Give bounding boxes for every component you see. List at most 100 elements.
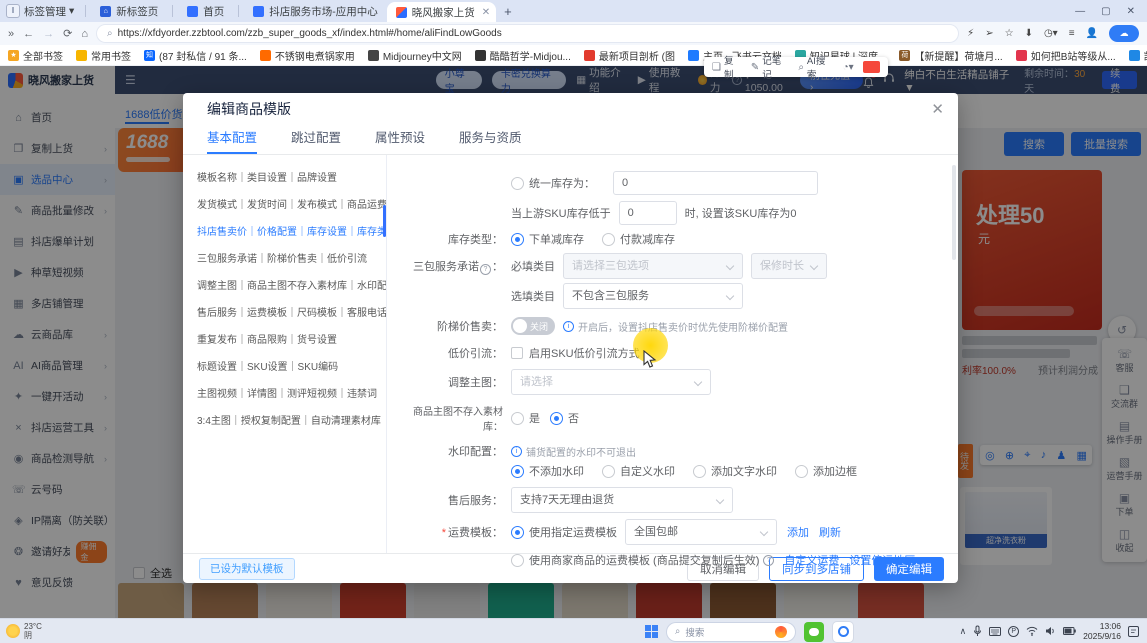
taskbar-search[interactable]: ⌕ 搜索 xyxy=(667,623,795,641)
bookmark-star-icon[interactable]: ☆ xyxy=(1005,28,1014,39)
bookmark-item[interactable]: ★ 全部书签 xyxy=(8,48,63,63)
warranty-duration-select[interactable]: 保修时长 xyxy=(751,253,827,279)
refresh-link[interactable]: 刷新 xyxy=(819,524,841,540)
notification-center-icon[interactable] xyxy=(1128,626,1139,637)
close-window-button[interactable]: ✕ xyxy=(1127,6,1135,17)
main-image-yes-radio[interactable]: 是 xyxy=(511,410,540,426)
section-menu-item[interactable]: 3:4主图｜授权复制配置｜自动清理素材库 xyxy=(197,408,386,435)
bookmark-item[interactable]: 常用书签 xyxy=(76,48,131,63)
download-icon[interactable]: ⬇ xyxy=(1025,28,1033,39)
bookmark-item[interactable]: Midjourney中文网 xyxy=(368,48,462,63)
bookmark-item[interactable]: 知 (87 封私信 / 91 条... xyxy=(144,48,247,63)
menu-scrollbar-thumb[interactable] xyxy=(383,205,386,237)
section-menu-item[interactable]: 三包服务承诺｜阶梯价售卖｜低价引流 xyxy=(197,246,386,273)
section-menu-item[interactable]: 调整主图｜商品主图不存入素材库｜水印配置 xyxy=(197,273,386,300)
maximize-button[interactable]: ▢ xyxy=(1101,6,1110,17)
copy-button[interactable]: ❏复制 xyxy=(712,53,742,81)
history-icon[interactable]: ◷▾ xyxy=(1044,28,1058,39)
unified-stock-input[interactable]: 0 xyxy=(613,171,818,195)
profile-icon[interactable]: 👤 xyxy=(1086,28,1098,39)
adjust-image-select[interactable]: 请选择 xyxy=(511,369,711,395)
three-pack-required-select[interactable]: 请选择三包选项 xyxy=(563,253,743,279)
freight-merchant-radio[interactable]: 使用商家商品的运费模板 (商品提交复制后生效) xyxy=(511,552,759,568)
watermark-option-radio[interactable]: 添加边框 xyxy=(795,463,857,479)
ai-search-button[interactable]: ⌕AI搜索 xyxy=(798,53,833,81)
section-menu-item[interactable]: 模板名称｜类目设置｜品牌设置 xyxy=(197,165,386,192)
tab-home[interactable]: 首页 xyxy=(178,0,233,22)
freight-specified-radio[interactable]: 使用指定运费模板 xyxy=(511,524,617,540)
bookmark-item[interactable]: 凯迪软件官网-商... xyxy=(1129,48,1147,63)
touch-keyboard-icon[interactable] xyxy=(989,627,1001,636)
stock-type-order-radio[interactable]: 下单减库存 xyxy=(511,231,584,247)
taskbar-clock[interactable]: 13:062025/9/16 xyxy=(1083,621,1121,641)
browser-app-icon[interactable] xyxy=(833,622,853,642)
volume-icon[interactable] xyxy=(1045,626,1056,636)
section-menu-item[interactable]: 抖店售卖价｜价格配置｜库存设置｜库存类型 xyxy=(197,219,386,246)
forward-icon[interactable]: → xyxy=(43,28,54,40)
home-icon[interactable]: ⌂ xyxy=(81,28,88,40)
wechat-app-icon[interactable] xyxy=(804,622,824,642)
help-icon[interactable]: ? xyxy=(763,555,774,566)
section-menu-item[interactable]: 主图视频｜详情图｜测评短视频｜违禁词 xyxy=(197,381,386,408)
section-menu-item[interactable]: 标题设置｜SKU设置｜SKU编码 xyxy=(197,354,386,381)
default-template-button[interactable]: 已设为默认模板 xyxy=(199,558,295,580)
bookmark-item[interactable]: 酷酷哲学-Midjou... xyxy=(475,48,571,63)
note-button[interactable]: ✎记笔记 xyxy=(751,53,789,81)
main-image-no-radio[interactable]: 否 xyxy=(550,410,579,426)
menu-icon[interactable]: ≡ xyxy=(1069,28,1075,39)
section-menu-item[interactable]: 重复发布｜商品限购｜货号设置 xyxy=(197,327,386,354)
aftersale-select[interactable]: 支持7天无理由退货 xyxy=(511,487,733,513)
bookmark-item[interactable]: 荷 【新提醒】荷塘月... xyxy=(899,48,1002,63)
wifi-icon[interactable] xyxy=(1026,626,1038,636)
modal-tab[interactable]: 跳过配置 xyxy=(291,125,341,154)
hidden-icons-chevron[interactable]: ∧ xyxy=(960,626,967,637)
flash-icon[interactable]: ⚡ xyxy=(967,28,974,39)
url-field[interactable]: ⌕ https://xfdyorder.zzbtool.com/zzb_supe… xyxy=(97,25,958,42)
remote-area-link[interactable]: 设置偏远地区 xyxy=(849,552,915,568)
more-icon[interactable]: ◔▾ xyxy=(843,62,854,73)
low-price-checkbox[interactable] xyxy=(511,347,523,359)
section-menu-item[interactable]: 发货模式｜发货时间｜发布模式｜商品运费处理 xyxy=(197,192,386,219)
input-method-icon[interactable]: P xyxy=(1008,626,1019,637)
watermark-option-radio[interactable]: 自定义水印 xyxy=(602,463,675,479)
new-tab-button[interactable]: + xyxy=(504,4,512,19)
back-icon[interactable]: ← xyxy=(23,28,34,40)
watermark-option-radio[interactable]: 不添加水印 xyxy=(511,463,584,479)
reload-icon[interactable]: ⟳ xyxy=(63,27,72,40)
watermark-option-radio[interactable]: 添加文字水印 xyxy=(693,463,777,479)
info-icon[interactable]: ? xyxy=(480,264,491,275)
low-price-label: 低价引流： xyxy=(403,345,503,361)
form-scrollbar-thumb[interactable] xyxy=(952,165,956,260)
weather-widget[interactable]: 23°C阴 xyxy=(6,622,42,640)
freight-template-select[interactable]: 全国包邮 xyxy=(625,519,777,545)
modal-tab[interactable]: 属性预设 xyxy=(375,125,425,154)
unified-stock-radio[interactable]: 统一库存为： xyxy=(511,175,595,191)
overflow-icon[interactable]: » xyxy=(8,28,14,40)
start-button[interactable] xyxy=(645,625,658,638)
three-pack-optional-select[interactable]: 不包含三包服务 xyxy=(563,283,743,309)
extension-icon[interactable]: ‖ xyxy=(6,4,20,18)
battery-icon[interactable] xyxy=(1063,627,1076,635)
low-stock-threshold-input[interactable]: 0 xyxy=(619,201,677,225)
modal-tab[interactable]: 基本配置 xyxy=(207,125,257,154)
red-badge[interactable] xyxy=(863,61,880,73)
modal-tab[interactable]: 服务与资质 xyxy=(459,125,522,154)
share-icon[interactable]: ➢ xyxy=(985,28,993,39)
cloud-sync-button[interactable]: ☁ xyxy=(1109,25,1139,42)
minimize-button[interactable]: — xyxy=(1075,6,1085,17)
microphone-icon[interactable] xyxy=(973,625,982,637)
tab-active-xiaofeng[interactable]: 晓风搬家上货✕ xyxy=(387,2,496,22)
close-icon[interactable]: ✕ xyxy=(931,100,944,118)
tab-close-icon[interactable]: ✕ xyxy=(482,7,490,18)
bookmark-item[interactable]: 最新项目剖析 (图 xyxy=(584,48,675,63)
add-link[interactable]: 添加 xyxy=(787,524,809,540)
tab-douyin-market[interactable]: 抖店服务市场-应用中心 xyxy=(244,0,387,22)
bookmark-item[interactable]: 不锈钢电煮锅家用 xyxy=(260,48,355,63)
tier-price-toggle[interactable]: 关闭 xyxy=(511,317,555,335)
tab-manager-button[interactable]: 标签管理▾ xyxy=(24,4,74,19)
bookmark-item[interactable]: 如何把B站等级从... xyxy=(1016,48,1116,63)
section-menu-item[interactable]: 售后服务｜运费模板｜尺码模板｜客服电话 xyxy=(197,300,386,327)
custom-freight-link[interactable]: 自定义运费 xyxy=(784,552,839,568)
stock-type-payment-radio[interactable]: 付款减库存 xyxy=(602,231,675,247)
tab-new-tab[interactable]: ⌂新标签页 xyxy=(91,0,167,22)
